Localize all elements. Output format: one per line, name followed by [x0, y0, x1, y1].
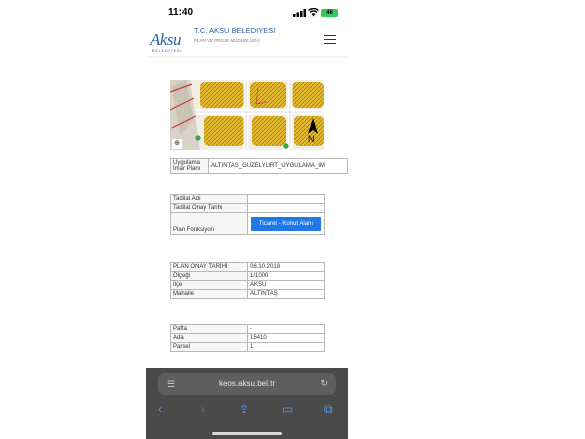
battery-icon: 46 — [321, 9, 338, 17]
district-value: AKSU — [247, 280, 325, 290]
table-row: Parsel 1 — [170, 342, 325, 352]
table-row: Pafta - — [170, 324, 325, 334]
share-icon[interactable]: ⇪ — [239, 402, 249, 416]
home-indicator — [212, 432, 282, 435]
signal-icon — [293, 9, 306, 17]
approval-date-value: 08.10.2018 — [247, 262, 325, 272]
address-bar[interactable]: ☰ keos.aksu.bel.tr ↻ — [158, 373, 336, 395]
revision-date-value — [247, 203, 325, 213]
table-row: Tadilat Onay Tarihi — [170, 203, 325, 213]
zoning-map-graphic: N — [170, 80, 324, 150]
scale-value: 1/1000 — [247, 271, 325, 281]
revision-name-label: Tadilat Adı — [170, 194, 248, 204]
district-label: İlçe — [170, 280, 248, 290]
status-bar: 11:40 46 — [146, 0, 348, 22]
block-label: Ada — [170, 333, 248, 343]
zoom-in-icon[interactable]: ⊕ — [172, 139, 182, 149]
address-text: keos.aksu.bel.tr — [218, 379, 276, 388]
sheet-value: - — [247, 324, 325, 334]
revision-date-label: Tadilat Onay Tarihi — [170, 203, 248, 213]
plan-info-table: PLAN ONAY TARİHİ 08.10.2018 Ölçeği 1/100… — [170, 262, 325, 299]
table-row: İlçe AKSU — [170, 280, 325, 290]
site-header: Aksu BELEDIYESI T.C. AKSU BELEDIYESİ PLA… — [146, 22, 348, 56]
neighborhood-label: Mahalle — [170, 289, 248, 299]
plan-label: Uygulama İmar Planı — [170, 158, 209, 174]
scale-label: Ölçeği — [170, 271, 248, 281]
plan-function-cell: Ticaret - Konut Alanı — [247, 212, 325, 235]
browser-toolbar: ☰ keos.aksu.bel.tr ↻ ‹ › ⇪ ▭ ⧉ — [146, 368, 348, 439]
hamburger-menu-icon[interactable] — [324, 35, 336, 45]
revision-table: Tadilat Adı Tadilat Onay Tarihi Plan Fon… — [170, 194, 325, 235]
plan-value: ALTINTAS_GUZELYURT_UYGULAMA_IM — [208, 158, 348, 174]
table-row: Mahalle ALTINTAŞ — [170, 289, 325, 299]
parcel-label: Parsel — [170, 342, 248, 352]
table-row: Uygulama İmar Planı ALTINTAS_GUZELYURT_U… — [170, 158, 348, 174]
block-value: 15410 — [247, 333, 325, 343]
status-time: 11:40 — [168, 7, 194, 18]
phone-screen: 11:40 46 Aksu BELEDIYESI T.C. AKSU BELED… — [146, 0, 348, 439]
org-subtitle: PLAN VE PROJE MÜDÜRLÜĞÜ — [194, 38, 260, 43]
neighborhood-value: ALTINTAŞ — [247, 289, 325, 299]
table-row: Plan Fonksiyon Ticaret - Konut Alanı — [170, 212, 325, 235]
table-row: Ölçeği 1/1000 — [170, 271, 325, 281]
revision-name-value — [247, 194, 325, 204]
aksu-logo[interactable]: Aksu BELEDIYESI — [150, 27, 194, 55]
parcel-value: 1 — [247, 342, 325, 352]
reload-icon[interactable]: ↻ — [320, 378, 328, 389]
logo-wordmark: Aksu — [150, 30, 182, 49]
back-icon[interactable]: ‹ — [158, 402, 162, 416]
parcel-table: Pafta - Ada 15410 Parsel 1 — [170, 324, 325, 352]
logo-subtitle: BELEDIYESI — [152, 49, 183, 53]
wifi-icon — [308, 8, 319, 17]
table-row: Tadilat Adı — [170, 194, 325, 204]
map-north-label: N — [308, 134, 315, 144]
approval-date-label: PLAN ONAY TARİHİ — [170, 262, 248, 272]
tabs-icon[interactable]: ⧉ — [324, 402, 333, 417]
table-row: Ada 15410 — [170, 333, 325, 343]
bookmarks-icon[interactable]: ▭ — [282, 402, 293, 416]
forward-icon[interactable]: › — [201, 402, 205, 416]
table-row: PLAN ONAY TARİHİ 08.10.2018 — [170, 262, 325, 272]
plan-table: Uygulama İmar Planı ALTINTAS_GUZELYURT_U… — [170, 158, 348, 174]
zoning-map[interactable]: N ⊕ — [170, 80, 324, 150]
sheet-label: Pafta — [170, 324, 248, 334]
plan-function-button[interactable]: Ticaret - Konut Alanı — [251, 216, 321, 231]
org-title: T.C. AKSU BELEDIYESİ — [194, 26, 276, 35]
plan-function-label: Plan Fonksiyon — [170, 212, 248, 235]
